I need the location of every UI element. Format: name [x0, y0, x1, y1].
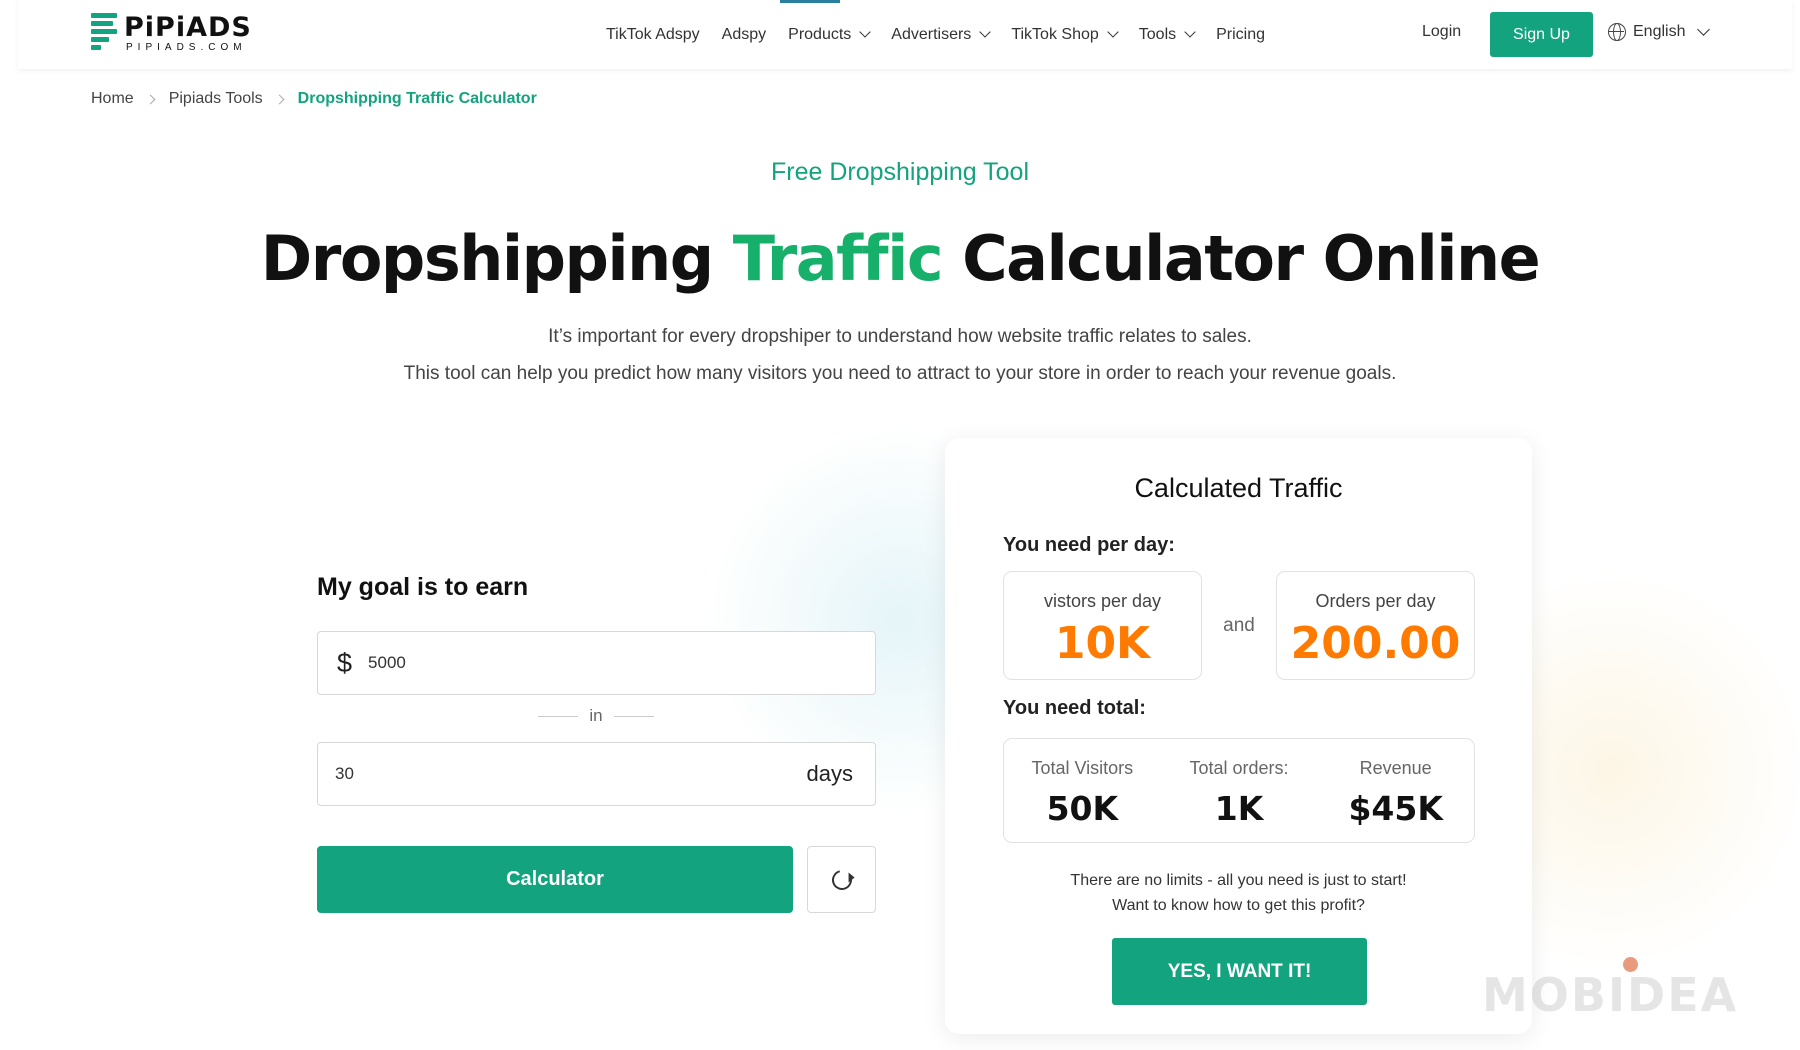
total-revenue: Revenue $45K	[1348, 758, 1443, 828]
logo-domain: PIPIADS.COM	[126, 42, 247, 53]
breadcrumb-tools[interactable]: Pipiads Tools	[169, 90, 263, 108]
and-label: and	[1223, 615, 1255, 636]
sign-up-button[interactable]: Sign Up	[1490, 12, 1593, 57]
breadcrumb: Home Pipiads Tools Dropshipping Traffic …	[91, 90, 537, 108]
total-visitors: Total Visitors 50K	[1031, 758, 1134, 828]
divider	[538, 715, 578, 717]
login-link[interactable]: Login	[1422, 23, 1461, 41]
chevron-down-icon	[1184, 26, 1196, 38]
nav-advertisers[interactable]: Advertisers	[891, 26, 991, 44]
chevron-right-icon	[274, 94, 285, 104]
dollar-icon: $	[337, 647, 353, 678]
hero-subtitle: It’s important for every dropshiper to u…	[403, 326, 1397, 384]
nav-pricing[interactable]: Pricing	[1216, 26, 1265, 44]
logo-name: PiPiADS	[124, 12, 252, 43]
main-nav: TikTok Adspy Adspy Products Advertisers …	[606, 0, 1287, 69]
in-separator: in	[538, 706, 654, 726]
visitors-per-day-value: 10K	[1054, 618, 1151, 669]
want-it-button[interactable]: YES, I WANT IT!	[1112, 938, 1367, 1005]
page-title: Dropshipping Traffic Calculator Online	[260, 222, 1541, 295]
visitors-per-day-box: vistors per day 10K	[1003, 571, 1202, 680]
hero-tagline: Free Dropshipping Tool	[770, 158, 1030, 186]
card-title: Calculated Traffic	[1134, 473, 1343, 503]
globe-icon	[1608, 23, 1626, 41]
calculated-traffic-card: Calculated Traffic You need per day: vis…	[945, 438, 1532, 1034]
pipiads-logo[interactable]: PiPiADS PIPIADS.COM	[91, 13, 252, 55]
language-label: English	[1633, 23, 1686, 40]
orders-per-day-box: Orders per day 200.00	[1276, 571, 1475, 680]
orders-per-day-value: 200.00	[1290, 618, 1461, 669]
divider	[613, 715, 654, 717]
days-unit-label: days	[806, 761, 853, 786]
goal-label: My goal is to earn	[317, 573, 529, 601]
amount-input[interactable]	[368, 653, 819, 673]
per-day-label: You need per day:	[1003, 534, 1175, 556]
nav-products[interactable]: Products	[788, 26, 871, 44]
days-input[interactable]	[335, 764, 765, 784]
language-selector[interactable]: English	[1608, 22, 1711, 41]
reset-button[interactable]	[807, 846, 876, 913]
refresh-icon	[827, 865, 856, 894]
nav-tiktok-shop[interactable]: TikTok Shop	[1011, 26, 1119, 44]
logo-mark-icon	[91, 13, 119, 55]
chevron-down-icon	[859, 26, 871, 38]
orders-per-day-label: Orders per day	[1315, 591, 1436, 611]
calculate-button[interactable]: Calculator	[317, 846, 793, 913]
chevron-down-icon	[1697, 22, 1711, 36]
total-orders: Total orders: 1K	[1189, 758, 1289, 828]
nav-adspy[interactable]: Adspy	[722, 26, 766, 44]
totals-box: Total Visitors 50K Total orders: 1K Reve…	[1003, 738, 1475, 843]
days-field[interactable]: days	[317, 742, 876, 806]
watermark: MOBIDEA	[1482, 968, 1739, 1022]
breadcrumb-current: Dropshipping Traffic Calculator	[297, 90, 537, 107]
visitors-per-day-label: vistors per day	[1043, 591, 1162, 611]
chevron-right-icon	[145, 94, 156, 104]
breadcrumb-home[interactable]: Home	[91, 90, 134, 108]
top-header: PiPiADS PIPIADS.COM TikTok Adspy Adspy P…	[18, 0, 1792, 69]
chevron-down-icon	[1107, 26, 1119, 38]
total-label: You need total:	[1003, 697, 1146, 719]
amount-field[interactable]: $	[317, 631, 876, 695]
promo-text: There are no limits - all you need is ju…	[1070, 872, 1407, 914]
nav-tools[interactable]: Tools	[1139, 26, 1196, 44]
nav-tiktok-adspy[interactable]: TikTok Adspy	[606, 26, 700, 44]
nav-active-indicator	[780, 0, 840, 3]
chevron-down-icon	[979, 26, 991, 38]
